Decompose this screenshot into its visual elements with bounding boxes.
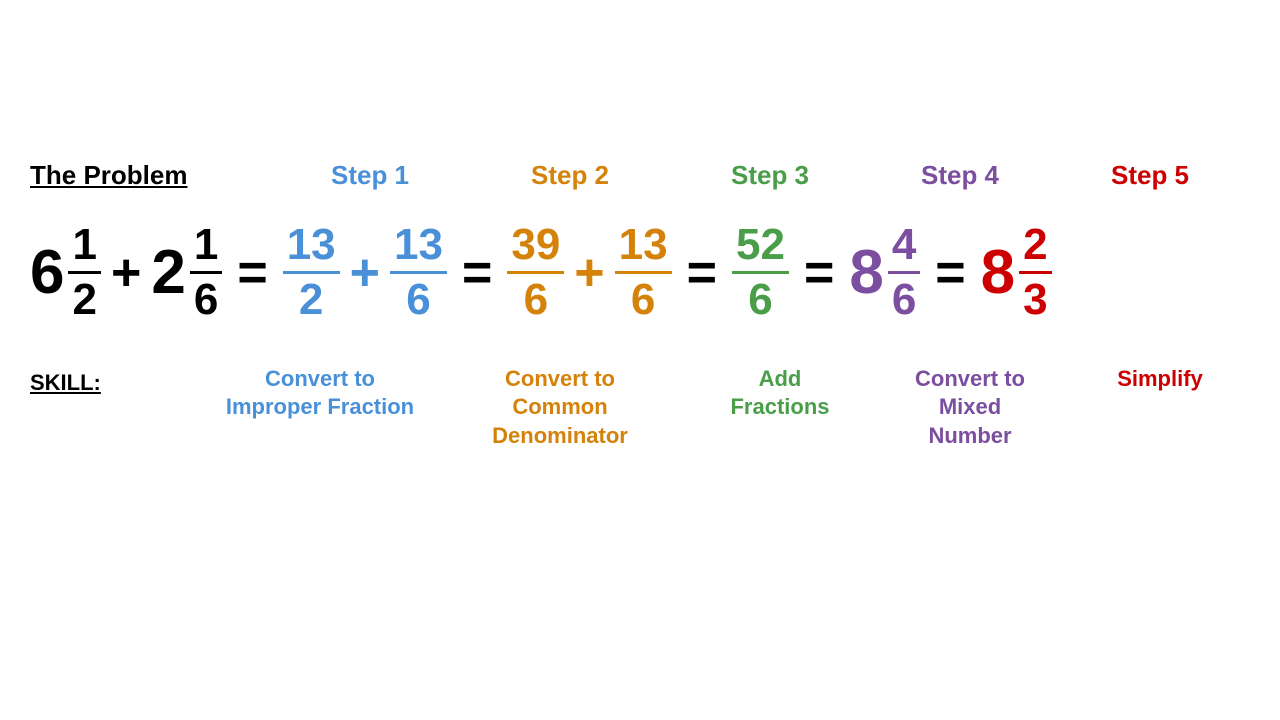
step5-label: Step 5 — [1090, 160, 1210, 191]
step2-frac1-num: 39 — [507, 221, 564, 274]
step5-num: 2 — [1019, 221, 1051, 274]
frac1-numerator: 1 — [68, 221, 100, 274]
step4-whole: 8 — [849, 237, 883, 308]
whole-1: 6 — [30, 237, 64, 308]
equals-3: = — [687, 243, 717, 303]
step1-label: Step 1 — [290, 160, 450, 191]
skill3-desc: AddFractions — [710, 365, 850, 422]
problem-label: The Problem — [30, 160, 270, 191]
step5-mixed: 8 2 3 — [981, 221, 1052, 325]
step2-frac2-num: 13 — [615, 221, 672, 274]
step2-frac2-den: 6 — [627, 274, 659, 324]
math-expression-row: 6 1 2 + 2 1 6 = 13 2 + 13 6 = — [20, 221, 1260, 325]
step5-fraction: 2 3 — [1019, 221, 1051, 325]
step1-frac1-den: 2 — [295, 274, 327, 324]
fraction-2: 1 6 — [190, 221, 222, 325]
fraction-1: 1 2 — [68, 221, 100, 325]
frac1-denominator: 2 — [68, 274, 100, 324]
step3-den: 6 — [744, 274, 776, 324]
step2-fraction-1: 39 6 — [507, 221, 564, 325]
skill1-desc: Convert toImproper Fraction — [220, 365, 420, 422]
skill4-desc: Convert to MixedNumber — [890, 365, 1050, 451]
step4-mixed: 8 4 6 — [849, 221, 920, 325]
equals-4: = — [804, 243, 834, 303]
skill2-desc: Convert to CommonDenominator — [460, 365, 660, 451]
frac2-denominator: 6 — [190, 274, 222, 324]
step2-frac1-den: 6 — [520, 274, 552, 324]
frac2-numerator: 1 — [190, 221, 222, 274]
step1-fraction-2: 13 6 — [390, 221, 447, 325]
plus-operator-3: + — [574, 243, 604, 303]
equals-2: = — [462, 243, 492, 303]
step1-frac1-num: 13 — [283, 221, 340, 274]
step5-den: 3 — [1019, 274, 1051, 324]
step3-num: 52 — [732, 221, 789, 274]
mixed-number-2: 2 1 6 — [151, 221, 222, 325]
equals-5: = — [935, 243, 965, 303]
step5-whole: 8 — [981, 237, 1015, 308]
plus-operator-2: + — [350, 243, 380, 303]
main-container: The Problem Step 1 Step 2 Step 3 Step 4 … — [20, 160, 1260, 451]
skill-label: SKILL: — [30, 365, 190, 396]
step-labels-row: The Problem Step 1 Step 2 Step 3 Step 4 … — [20, 160, 1260, 191]
skill5-desc: Simplify — [1100, 365, 1220, 394]
skill-row: SKILL: Convert toImproper Fraction Conve… — [20, 365, 1260, 451]
step4-num: 4 — [888, 221, 920, 274]
step1-frac2-num: 13 — [390, 221, 447, 274]
step4-den: 6 — [888, 274, 920, 324]
step4-label: Step 4 — [890, 160, 1030, 191]
step4-fraction: 4 6 — [888, 221, 920, 325]
step1-fraction-1: 13 2 — [283, 221, 340, 325]
step3-label: Step 3 — [710, 160, 830, 191]
whole-2: 2 — [151, 237, 185, 308]
equals-1: = — [237, 243, 267, 303]
step1-frac2-den: 6 — [402, 274, 434, 324]
step3-fraction: 52 6 — [732, 221, 789, 325]
step2-fraction-2: 13 6 — [615, 221, 672, 325]
step2-label: Step 2 — [490, 160, 650, 191]
mixed-number-1: 6 1 2 — [30, 221, 101, 325]
plus-operator-1: + — [111, 243, 141, 303]
